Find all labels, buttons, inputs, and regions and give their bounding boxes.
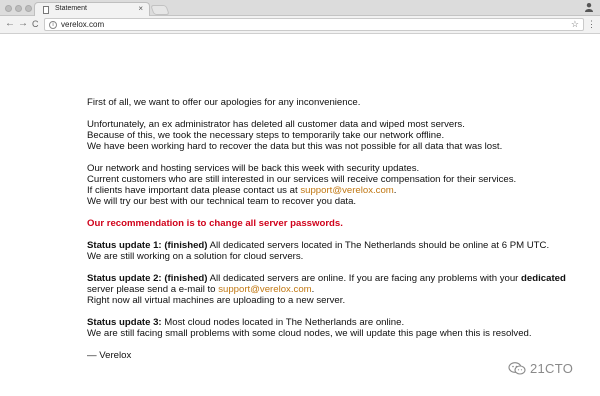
contact-prefix: If clients have important data please co…	[87, 185, 301, 196]
status-update-text: Most cloud nodes located in The Netherla…	[161, 317, 405, 328]
url-text[interactable]: verelox.com	[61, 20, 104, 29]
status-update-line: We are still facing small problems with …	[87, 328, 532, 339]
watermark-text: 21CTO	[530, 361, 574, 376]
new-tab-button[interactable]	[150, 5, 170, 15]
incident-paragraph: Unfortunately, an ex administrator has d…	[87, 119, 587, 152]
bookmark-star-icon[interactable]: ☆	[571, 19, 579, 30]
maximize-window-icon[interactable]	[25, 5, 32, 12]
back-button[interactable]: ←	[5, 18, 15, 30]
document-icon	[43, 6, 49, 14]
tab-title: Statement	[55, 5, 87, 12]
browser-menu-icon[interactable]: ⋮	[587, 18, 596, 30]
incident-line: We have been working hard to recover the…	[87, 141, 503, 152]
close-window-icon[interactable]	[5, 5, 12, 12]
browser-titlebar: Statement ×	[0, 0, 600, 17]
services-line: Current customers who are still interest…	[87, 174, 517, 185]
status-update-3: Status update 3: Most cloud nodes locate…	[87, 317, 587, 339]
contact-line: If clients have important data please co…	[87, 185, 587, 196]
signature: — Verelox	[87, 350, 132, 361]
email-prefix: server please send a e-mail to	[87, 284, 219, 295]
services-paragraph: Our network and hosting services will be…	[87, 163, 587, 207]
services-line: We will try our best with our technical …	[87, 196, 357, 207]
signature-paragraph: — Verelox	[87, 350, 587, 361]
status-update-line: We are still working on a solution for c…	[87, 251, 304, 262]
info-icon[interactable]: i	[49, 21, 57, 29]
status-finished: (finished)	[164, 240, 208, 251]
apology-paragraph: First of all, we want to offer our apolo…	[87, 97, 587, 108]
status-update-label: Status update 2:	[87, 273, 162, 284]
address-bar[interactable]: i verelox.com ☆	[44, 18, 584, 31]
incident-line: Unfortunately, an ex administrator has d…	[87, 119, 465, 130]
status-update-2: Status update 2: (finished) All dedicate…	[87, 273, 587, 306]
profile-icon[interactable]	[584, 2, 594, 12]
status-update-line: Right now all virtual machines are uploa…	[87, 295, 346, 306]
apology-line: First of all, we want to offer our apolo…	[87, 97, 361, 108]
dedicated-word: dedicated	[521, 273, 566, 284]
support-email-link[interactable]: support@verelox.com	[218, 284, 311, 295]
status-update-text: All dedicated servers are online. If you…	[207, 273, 522, 284]
recommendation-text: Our recommendation is to change all serv…	[87, 218, 343, 229]
status-update-label: Status update 3:	[87, 317, 162, 328]
reload-button[interactable]: C	[32, 18, 39, 30]
status-update-text: All dedicated servers located in The Net…	[207, 240, 550, 251]
statement-content: First of all, we want to offer our apolo…	[87, 97, 587, 372]
support-email-link[interactable]: support@verelox.com	[300, 185, 393, 196]
email-suffix: .	[311, 284, 315, 295]
contact-suffix: .	[393, 185, 397, 196]
recommendation-paragraph: Our recommendation is to change all serv…	[87, 218, 587, 229]
incident-line: Because of this, we took the necessary s…	[87, 130, 445, 141]
tab-close-icon[interactable]: ×	[138, 4, 143, 14]
browser-toolbar: ← → C i verelox.com ☆ ⋮	[0, 16, 600, 34]
services-line: Our network and hosting services will be…	[87, 163, 420, 174]
wechat-icon	[508, 362, 526, 375]
forward-button[interactable]: →	[18, 18, 28, 30]
status-finished: (finished)	[164, 273, 208, 284]
status-update-1: Status update 1: (finished) All dedicate…	[87, 240, 587, 262]
minimize-window-icon[interactable]	[15, 5, 22, 12]
browser-tab[interactable]: Statement ×	[34, 2, 150, 17]
status-update-label: Status update 1:	[87, 240, 162, 251]
